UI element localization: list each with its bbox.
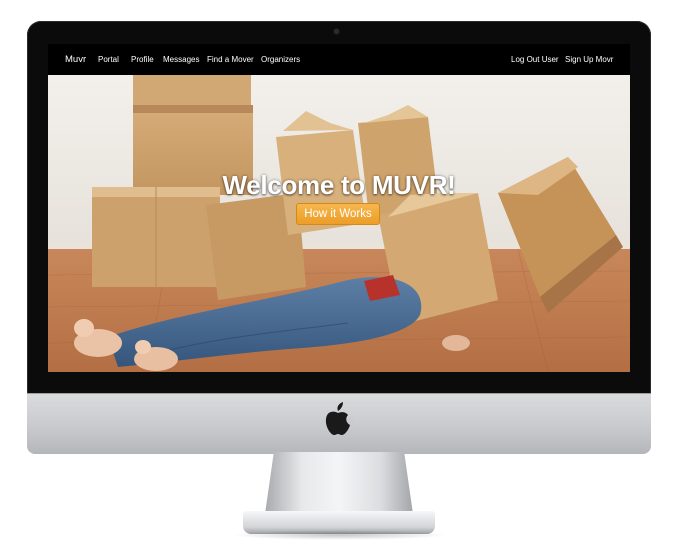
stand-shadow [230,530,448,540]
camera-icon [334,29,339,34]
nav-link-find-a-mover[interactable]: Find a Mover [207,55,254,64]
apple-logo-icon [325,402,353,435]
nav-link-messages[interactable]: Messages [163,55,199,64]
nav-link-organizers[interactable]: Organizers [261,55,300,64]
log-out-link[interactable]: Log Out User [511,55,559,64]
navbar: Muvr Portal Profile Messages Find a Move… [48,44,630,75]
how-it-works-button[interactable]: How it Works [296,203,380,225]
brand-logo-link[interactable]: Muvr [65,54,86,65]
screen: Muvr Portal Profile Messages Find a Move… [48,44,630,372]
hero-section: Welcome to MUVR! How it Works [48,75,630,372]
nav-link-portal[interactable]: Portal [98,55,119,64]
sign-up-link[interactable]: Sign Up Movr [565,55,613,64]
hero-title: Welcome to MUVR! [222,170,456,200]
monitor-stand [265,452,413,514]
nav-link-profile[interactable]: Profile [131,55,154,64]
